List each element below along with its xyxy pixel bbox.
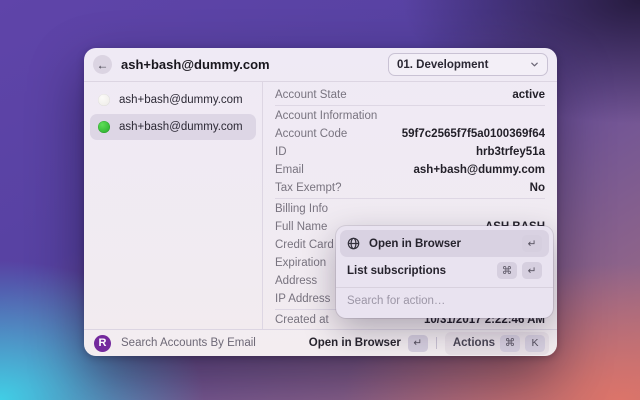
detail-row: ID hrb3trfey51a	[275, 143, 545, 161]
command-name: Search Accounts By Email	[121, 337, 256, 349]
detail-label: Created at	[275, 314, 329, 326]
list-item-selected[interactable]: ash+bash@dummy.com	[90, 114, 256, 140]
back-arrow-icon: ←	[96, 57, 109, 72]
window-header: ← ash+bash@dummy.com 01. Development	[84, 48, 557, 82]
detail-value: active	[512, 89, 545, 101]
results-list: ash+bash@dummy.com ash+bash@dummy.com	[84, 82, 263, 329]
actions-button-label: Actions	[452, 337, 495, 349]
list-item[interactable]: ash+bash@dummy.com	[90, 87, 256, 113]
action-search-input[interactable]	[347, 295, 542, 307]
return-key-badge: ↵	[522, 235, 542, 252]
popup-item-open-in-browser[interactable]: Open in Browser ↵	[340, 230, 549, 257]
detail-value: No	[529, 182, 545, 194]
divider	[275, 198, 545, 199]
detail-label: Full Name	[275, 221, 328, 233]
account-status-dot-icon	[98, 121, 110, 133]
detail-value: 59f7c2565f7f5a0100369f64	[401, 128, 545, 140]
detail-label: Account State	[275, 89, 347, 101]
globe-icon	[347, 237, 360, 250]
detail-label: Expiration	[275, 257, 327, 269]
detail-label: IP Address	[275, 293, 331, 305]
detail-row: Account State active	[275, 86, 545, 104]
detail-section-header: Billing Info	[275, 200, 545, 218]
recurly-logo-icon: R	[94, 334, 111, 352]
detail-label: Email	[275, 164, 304, 176]
detail-value: hrb3trfey51a	[475, 146, 545, 158]
k-key-badge: K	[525, 334, 545, 352]
popup-item-label: Open in Browser	[369, 237, 462, 250]
detail-section-header: Account Information	[275, 107, 545, 125]
divider	[435, 337, 437, 349]
action-search-row	[340, 288, 549, 314]
actions-popup: Open in Browser ↵ List subscriptions ⌘ ↵	[336, 226, 553, 318]
detail-label: Billing Info	[275, 203, 329, 215]
detail-label: ID	[275, 146, 287, 158]
detail-row: Account Code 59f7c2565f7f5a0100369f64	[275, 125, 545, 143]
status-bar: R Search Accounts By Email Open in Brows…	[84, 329, 557, 356]
actions-button[interactable]: Actions ⌘ K	[444, 331, 549, 355]
environment-dropdown[interactable]: 01. Development	[388, 53, 548, 76]
account-status-dot-icon	[98, 94, 110, 106]
launcher-window: ← ash+bash@dummy.com 01. Development ash…	[84, 48, 557, 356]
chevron-down-icon	[530, 60, 539, 69]
page-title: ash+bash@dummy.com	[121, 57, 270, 72]
cmd-key-badge: ⌘	[497, 262, 517, 279]
return-key-badge: ↵	[522, 262, 542, 279]
environment-dropdown-value: 01. Development	[397, 58, 489, 71]
detail-label: Account Code	[275, 128, 348, 140]
detail-label: Address	[275, 275, 318, 287]
back-button[interactable]: ←	[93, 55, 112, 74]
popup-item-label: List subscriptions	[347, 264, 447, 277]
divider	[275, 105, 545, 106]
detail-row: Tax Exempt? No	[275, 179, 545, 197]
detail-label: Account Information	[275, 110, 378, 122]
detail-value: ash+bash@dummy.com	[413, 164, 545, 176]
primary-action-label[interactable]: Open in Browser	[309, 337, 401, 349]
cmd-key-badge: ⌘	[500, 334, 520, 352]
return-key-badge: ↵	[407, 334, 428, 352]
list-item-label: ash+bash@dummy.com	[119, 94, 243, 106]
detail-row: Email ash+bash@dummy.com	[275, 161, 545, 179]
detail-label: Credit Card	[275, 239, 334, 251]
popup-item-list-subscriptions[interactable]: List subscriptions ⌘ ↵	[340, 257, 549, 284]
detail-label: Tax Exempt?	[275, 182, 342, 194]
list-item-label: ash+bash@dummy.com	[119, 121, 243, 133]
